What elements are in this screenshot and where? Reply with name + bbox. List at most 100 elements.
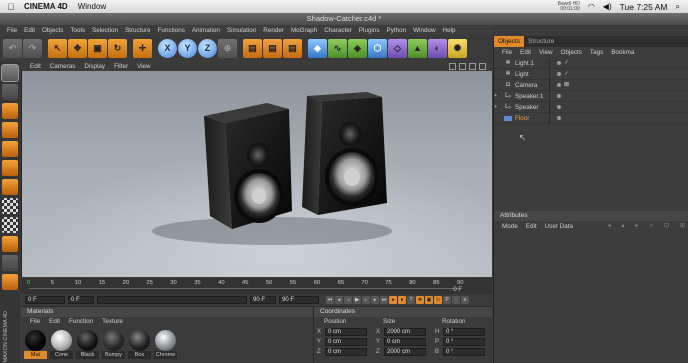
size-x-field[interactable]: 2000 cm: [384, 328, 426, 336]
material-swatch[interactable]: Bumpy: [102, 330, 125, 360]
tab-objects[interactable]: Objects: [494, 36, 525, 47]
array-icon[interactable]: ⬡: [368, 38, 387, 58]
menu-file[interactable]: File: [7, 27, 17, 34]
object-axis-icon[interactable]: [2, 103, 18, 119]
go-to-start-icon[interactable]: ⏮: [326, 296, 334, 304]
object-row[interactable]: ✲ Light.1 ✓: [494, 58, 688, 69]
object-row[interactable]: Floor: [494, 113, 688, 124]
object-name[interactable]: Light.1: [515, 60, 551, 67]
redo-icon[interactable]: ↷: [23, 38, 42, 58]
snap-icon[interactable]: [2, 236, 18, 252]
current-frame-field[interactable]: 0 F: [68, 296, 94, 304]
z-axis-lock-icon[interactable]: Z: [198, 38, 217, 58]
menu-tools[interactable]: Tools: [70, 27, 85, 34]
3d-viewport[interactable]: [21, 71, 492, 277]
size-y-field[interactable]: 0 cm: [384, 338, 426, 346]
enabled-check-icon[interactable]: ✓: [564, 71, 571, 78]
visibility-dot[interactable]: [557, 116, 561, 120]
go-to-end-icon[interactable]: ⏭: [380, 296, 388, 304]
enabled-check-icon[interactable]: ✓: [564, 60, 571, 67]
subdivision-surface-icon[interactable]: ◈: [348, 38, 367, 58]
visibility-dot[interactable]: [557, 83, 561, 87]
menu-animation[interactable]: Animation: [192, 27, 220, 34]
timeline[interactable]: 0 5 10 15 20 25 30 35 40 45 50 55 60 65 …: [21, 278, 492, 294]
viewport-menu-view[interactable]: View: [137, 63, 151, 70]
viewport-move-icon[interactable]: [449, 62, 456, 70]
play-icon[interactable]: ▶: [353, 296, 361, 304]
spotlight-icon[interactable]: ⌕: [676, 2, 680, 12]
menu-mograph[interactable]: MoGraph: [291, 27, 317, 34]
position-y-field[interactable]: 0 cm: [325, 338, 367, 346]
visibility-dot[interactable]: [557, 61, 561, 65]
attr-menu-mode[interactable]: Mode: [502, 221, 518, 232]
scale-icon[interactable]: ▣: [88, 38, 107, 58]
object-name[interactable]: Speaker.1: [515, 93, 551, 100]
menu-render[interactable]: Render: [263, 27, 284, 34]
preview-range-slider[interactable]: [97, 296, 247, 304]
point-level-icon[interactable]: ⋮: [452, 296, 460, 304]
apple-icon[interactable]: : [4, 2, 18, 12]
menu-edit[interactable]: Edit: [24, 27, 35, 34]
rotation-key-icon[interactable]: ↻: [434, 296, 442, 304]
axis-lock-icon[interactable]: [2, 274, 18, 290]
timeline-menu-icon[interactable]: ≡: [461, 296, 469, 304]
materials-menu-edit[interactable]: Edit: [49, 317, 60, 327]
texture-mode-icon[interactable]: [2, 122, 18, 138]
attr-menu-user-data[interactable]: User Data: [545, 221, 573, 232]
camera-object-icon[interactable]: ◐: [428, 38, 447, 58]
back-arrow-icon[interactable]: ◂: [608, 221, 611, 232]
object-name[interactable]: Camera: [515, 82, 551, 89]
new-window-icon[interactable]: ⊞: [680, 221, 685, 232]
coordinate-system-icon[interactable]: ⊕: [218, 38, 237, 58]
camera-tag-icon[interactable]: ⊠: [564, 82, 571, 89]
viewport-menu-cameras[interactable]: Cameras: [50, 63, 76, 70]
material-swatch[interactable]: Chrome: [154, 330, 177, 360]
prev-key-icon[interactable]: ◂: [335, 296, 343, 304]
forward-arrow-icon[interactable]: ▸: [636, 221, 639, 232]
y-axis-lock-icon[interactable]: Y: [178, 38, 197, 58]
x-axis-lock-icon[interactable]: X: [158, 38, 177, 58]
menu-python[interactable]: Python: [387, 27, 407, 34]
points-mode-icon[interactable]: [2, 141, 18, 157]
next-frame-icon[interactable]: ▹: [362, 296, 370, 304]
autokey-icon[interactable]: ●: [398, 296, 406, 304]
render-picture-viewer-icon[interactable]: ▤: [263, 38, 282, 58]
wifi-icon[interactable]: ◠: [588, 2, 595, 11]
visibility-dot[interactable]: [557, 105, 561, 109]
obj-menu-objects[interactable]: Objects: [561, 47, 582, 58]
object-name[interactable]: Speaker: [515, 104, 551, 111]
viewport-menu-filter[interactable]: Filter: [114, 63, 128, 70]
live-selection-icon[interactable]: ↖: [48, 38, 67, 58]
materials-menu-function[interactable]: Function: [69, 317, 93, 327]
viewport-menu-edit[interactable]: Edit: [30, 63, 41, 70]
menu-help[interactable]: Help: [443, 27, 456, 34]
make-editable-icon[interactable]: [1, 64, 19, 82]
end-frame-field[interactable]: 90 F: [250, 296, 276, 304]
viewport-zoom-icon[interactable]: [459, 62, 466, 70]
menubar-clock[interactable]: Tue 7:25 AM: [620, 2, 668, 12]
search-icon[interactable]: ⌕: [650, 221, 653, 232]
cube-primitive-icon[interactable]: ◆: [308, 38, 327, 58]
object-row[interactable]: ✲ Light ✓: [494, 69, 688, 80]
menu-selection[interactable]: Selection: [92, 27, 118, 34]
menu-structure[interactable]: Structure: [125, 27, 151, 34]
material-swatch[interactable]: Mat: [24, 330, 47, 360]
mac-menu-window[interactable]: Window: [78, 2, 106, 11]
light-object-icon[interactable]: ✺: [448, 38, 467, 58]
obj-menu-file[interactable]: File: [502, 47, 512, 58]
object-name[interactable]: Light: [515, 71, 551, 78]
start-frame-field[interactable]: 0 F: [25, 296, 65, 304]
viewport-maximize-icon[interactable]: [479, 62, 486, 70]
up-arrow-icon[interactable]: ▴: [622, 221, 625, 232]
volume-icon[interactable]: ◀): [603, 2, 612, 11]
viewport-rotate-icon[interactable]: [469, 62, 476, 70]
materials-menu-texture[interactable]: Texture: [102, 317, 123, 327]
material-swatch[interactable]: Black: [76, 330, 99, 360]
object-name[interactable]: Floor: [515, 115, 551, 122]
visibility-dot[interactable]: [557, 94, 561, 98]
deformer-icon[interactable]: ◇: [388, 38, 407, 58]
position-x-field[interactable]: 0 cm: [325, 328, 367, 336]
menu-window[interactable]: Window: [413, 27, 435, 34]
spline-pen-icon[interactable]: ∿: [328, 38, 347, 58]
uv-mode-icon[interactable]: [2, 217, 18, 233]
